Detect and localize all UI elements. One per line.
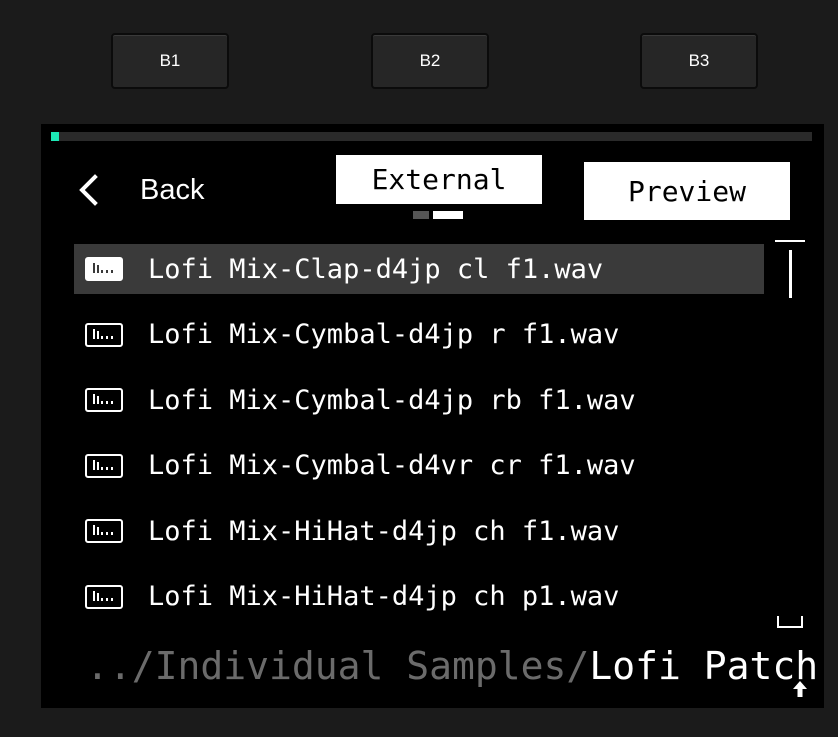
tab-external[interactable]: External [336,155,542,204]
breadcrumb-parent: ../Individual Samples/ [86,644,590,688]
scrollbar-bottom-cap [777,616,803,628]
audio-file-icon [85,519,123,544]
file-list-item[interactable]: Lofi Mix-Cymbal-d4jp r f1.wav [74,310,764,360]
audio-file-icon [85,322,123,347]
file-name: Lofi Mix-Clap-d4jp cl f1.wav [148,253,604,285]
file-list-item[interactable]: Lofi Mix-Cymbal-d4jp rb f1.wav [74,375,764,425]
audio-file-icon [85,257,123,281]
progress-fill [51,132,59,141]
page-dot [433,211,463,219]
chevron-left-icon [78,174,98,206]
file-name: Lofi Mix-Cymbal-d4jp rb f1.wav [148,384,636,416]
page-dot [413,211,429,219]
audio-file-icon [85,388,123,413]
arrow-up-icon[interactable] [792,680,808,700]
preview-button[interactable]: Preview [584,162,790,220]
file-list-item[interactable]: Lofi Mix-HiHat-d4jp ch f1.wav [74,506,764,556]
file-name: Lofi Mix-Cymbal-d4jp r f1.wav [148,319,620,351]
hardware-button-b2[interactable]: B2 [371,33,489,89]
audio-file-icon [85,453,123,478]
page-indicator [413,211,463,219]
scrollbar-top-cap [775,240,805,242]
file-list-item[interactable]: Lofi Mix-HiHat-d4jp ch p1.wav [74,572,764,622]
back-button[interactable]: Back [78,172,204,208]
scrollbar-thumb[interactable] [789,250,792,298]
file-name: Lofi Mix-HiHat-d4jp ch f1.wav [148,515,620,547]
progress-bar [51,132,812,141]
scrollbar[interactable] [775,240,805,630]
hardware-button-b1[interactable]: B1 [111,33,229,89]
breadcrumb-current: Lofi Patch [589,644,819,688]
device-screen: Back External Preview Lofi Mix-Clap-d4jp… [41,124,824,708]
file-list-item[interactable]: Lofi Mix-Cymbal-d4vr cr f1.wav [74,441,764,491]
back-label: Back [140,173,205,206]
file-list-item[interactable]: Lofi Mix-Clap-d4jp cl f1.wav [74,244,764,294]
hardware-button-b3[interactable]: B3 [640,33,758,89]
file-list: Lofi Mix-Clap-d4jp cl f1.wav Lofi Mix-Cym… [74,244,764,638]
audio-file-icon [85,584,123,609]
file-name: Lofi Mix-HiHat-d4jp ch p1.wav [148,581,620,613]
breadcrumb: ../Individual Samples/Lofi Patch [86,644,818,688]
file-name: Lofi Mix-Cymbal-d4vr cr f1.wav [148,450,636,482]
